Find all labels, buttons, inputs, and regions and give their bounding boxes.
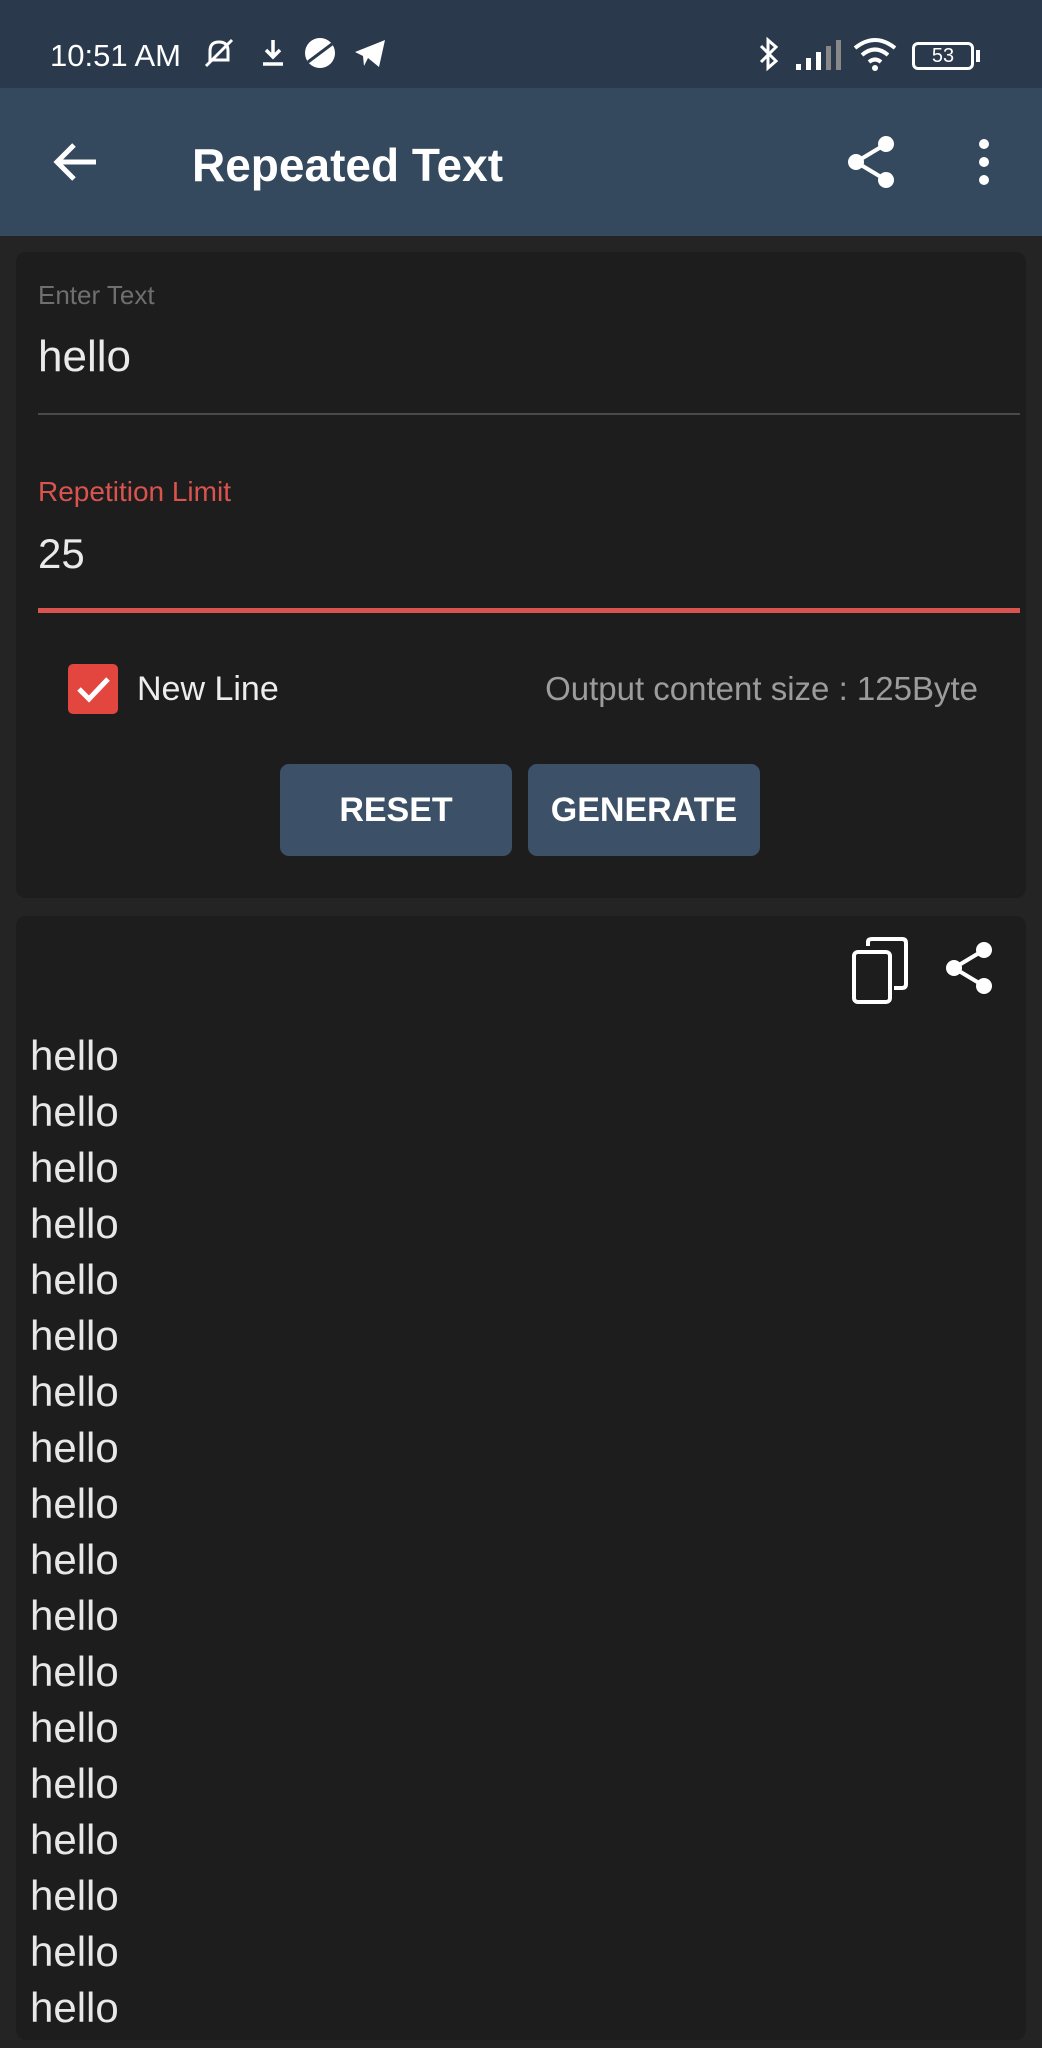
- output-size-text: Output content size : 125Byte: [545, 670, 978, 707]
- page-title: Repeated Text: [192, 139, 504, 191]
- new-line-label[interactable]: New Line: [137, 670, 279, 709]
- bluetooth-icon: [759, 36, 779, 72]
- battery-tip: [976, 50, 980, 62]
- output-line: hello: [30, 1480, 119, 1527]
- output-line: hello: [30, 1704, 119, 1751]
- output-line: hello: [30, 1760, 119, 1807]
- status-bar: 10:51 AM 53: [0, 0, 1042, 88]
- output-line: hello: [30, 1984, 119, 2031]
- copy-icon[interactable]: [848, 936, 912, 1006]
- output-line: hello: [30, 1256, 119, 1303]
- download-icon: [263, 40, 283, 66]
- battery-icon: 53: [912, 42, 974, 70]
- output-line: hello: [30, 1368, 119, 1415]
- arrow-back-icon[interactable]: [46, 132, 106, 192]
- repetition-limit-underline: [38, 608, 1020, 613]
- output-share-icon[interactable]: [940, 938, 1000, 998]
- check-icon: [77, 677, 110, 703]
- enter-text-label: Enter Text: [38, 280, 155, 310]
- output-line: hello: [30, 1816, 119, 1863]
- output-line: hello: [30, 1088, 119, 1135]
- reset-button[interactable]: RESET: [280, 764, 512, 856]
- output-line: hello: [30, 1536, 119, 1583]
- vpn-icon: [305, 38, 335, 68]
- more-vert-icon[interactable]: [954, 132, 1014, 192]
- output-line: hello: [30, 1312, 119, 1359]
- output-line: hello: [30, 1424, 119, 1471]
- output-text: hello hello hello hello hello hello hell…: [30, 1028, 990, 2036]
- telegram-icon: [355, 40, 385, 67]
- output-line: hello: [30, 1032, 119, 1079]
- input-card: Enter Text hello Repetition Limit 25 New…: [16, 252, 1026, 898]
- repetition-limit-label: Repetition Limit: [38, 476, 231, 507]
- generate-button[interactable]: GENERATE: [528, 764, 760, 856]
- repetition-limit-field[interactable]: 25: [38, 530, 85, 578]
- output-line: hello: [30, 1872, 119, 1919]
- output-line: hello: [30, 1200, 119, 1247]
- share-icon[interactable]: [842, 132, 902, 192]
- new-line-checkbox[interactable]: [68, 664, 118, 714]
- output-line: hello: [30, 1144, 119, 1191]
- mute-icon: [204, 38, 234, 68]
- output-line: hello: [30, 1592, 119, 1639]
- signal-icon: [796, 40, 841, 70]
- app-bar: Repeated Text: [0, 88, 1042, 236]
- output-card: hello hello hello hello hello hello hell…: [16, 916, 1026, 2040]
- enter-text-field[interactable]: hello: [38, 332, 131, 382]
- status-time: 10:51 AM: [50, 38, 181, 73]
- output-line: hello: [30, 1648, 119, 1695]
- enter-text-underline: [38, 413, 1020, 415]
- output-line: hello: [30, 1928, 119, 1975]
- wifi-icon: [853, 38, 897, 71]
- battery-level: 53: [931, 45, 955, 67]
